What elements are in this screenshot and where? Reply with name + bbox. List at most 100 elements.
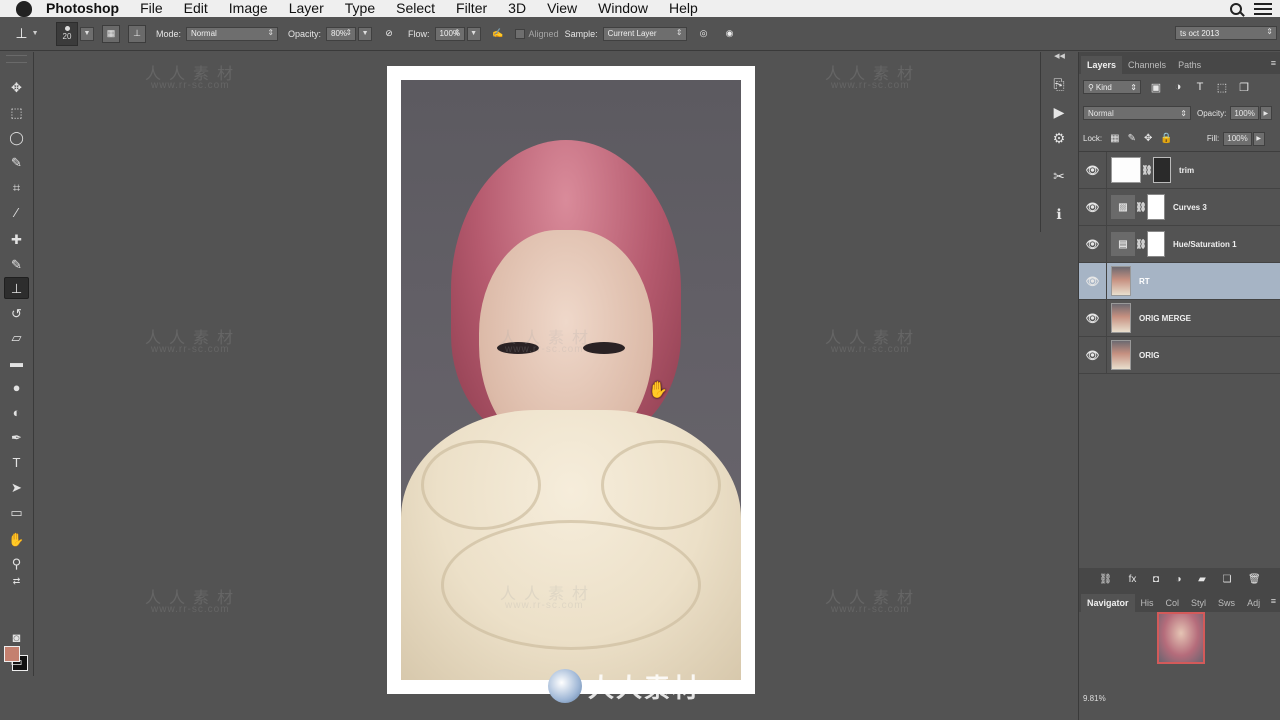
delete-layer-icon[interactable]: 🗑 <box>1248 574 1261 585</box>
pressure-size-toggle[interactable]: ◉ <box>721 25 739 43</box>
crop-tool[interactable]: ⌗ <box>4 176 29 198</box>
shape-filter-icon[interactable]: ⬚ <box>1215 80 1229 94</box>
opacity-field[interactable]: 80% <box>326 26 357 41</box>
tab-color[interactable]: Col <box>1160 594 1186 612</box>
tab-channels[interactable]: Channels <box>1122 56 1172 74</box>
pen-tool[interactable]: ✒ <box>4 426 29 448</box>
workspace-select[interactable]: ts oct 2013 <box>1175 26 1277 40</box>
sample-select[interactable]: Current Layer <box>602 26 687 41</box>
tab-adjustments[interactable]: Adj <box>1241 594 1266 612</box>
fill-field[interactable]: 100% <box>1223 131 1252 146</box>
pixel-filter-icon[interactable]: ▣ <box>1149 80 1163 94</box>
layer-opacity-field[interactable]: 100% <box>1230 106 1259 120</box>
info-panel-button[interactable]: ℹ <box>1048 204 1070 224</box>
visibility-eye-icon[interactable]: 👁 <box>1079 225 1107 263</box>
layer-mask-thumbnail[interactable] <box>1147 231 1165 257</box>
mode-select[interactable]: Normal <box>186 26 279 41</box>
eraser-tool[interactable]: ▱ <box>4 326 29 348</box>
quick-select-tool[interactable]: ✎ <box>4 151 29 173</box>
brush-size-picker[interactable]: 20 <box>56 21 78 46</box>
menu-photoshop[interactable]: Photoshop <box>46 0 119 17</box>
menu-file[interactable]: File <box>140 0 163 17</box>
foreground-color-swatch[interactable] <box>4 646 20 662</box>
aligned-checkbox[interactable] <box>514 28 525 39</box>
notification-list-icon[interactable] <box>1254 2 1272 15</box>
type-tool[interactable]: T <box>4 451 29 473</box>
hand-tool[interactable]: ✋ <box>4 528 29 550</box>
tab-styles[interactable]: Styl <box>1185 594 1212 612</box>
clone-source-panel-button[interactable]: ⎘ <box>1048 74 1070 94</box>
layer-row-orig[interactable]: 👁 ORIG <box>1079 336 1280 374</box>
default-colors-toggle[interactable]: ⇄ <box>4 573 29 589</box>
gradient-tool[interactable]: ▬ <box>4 351 29 373</box>
mask-link-icon[interactable]: ⛓ <box>1141 165 1153 176</box>
smart-object-filter-icon[interactable]: ❐ <box>1237 80 1251 94</box>
eyedropper-tool[interactable]: ⁄ <box>4 201 29 223</box>
lasso-tool[interactable]: ◯ <box>4 126 29 148</box>
menu-image[interactable]: Image <box>229 0 268 17</box>
menu-window[interactable]: Window <box>598 0 648 17</box>
menu-layer[interactable]: Layer <box>289 0 324 17</box>
menu-filter[interactable]: Filter <box>456 0 487 17</box>
path-select-tool[interactable]: ➤ <box>4 476 29 498</box>
layer-style-icon[interactable]: fx <box>1129 574 1137 585</box>
layer-row-orig-merge[interactable]: 👁 ORIG MERGE <box>1079 299 1280 337</box>
layer-mask-thumbnail[interactable] <box>1147 194 1165 220</box>
type-filter-icon[interactable]: T <box>1193 80 1207 94</box>
document-canvas[interactable] <box>387 66 755 694</box>
visibility-eye-icon[interactable]: 👁 <box>1079 188 1107 226</box>
layer-row-rt[interactable]: 👁 RT <box>1079 262 1280 300</box>
panel-menu-icon[interactable]: ≡ <box>1271 58 1276 68</box>
visibility-eye-icon[interactable]: 👁 <box>1079 299 1107 337</box>
tab-navigator[interactable]: Navigator <box>1081 594 1135 612</box>
actions-panel-button[interactable]: ▶ <box>1048 102 1070 122</box>
mask-link-icon[interactable]: ⛓ <box>1135 202 1147 213</box>
move-tool[interactable]: ✥ <box>4 76 29 98</box>
canvas-area[interactable]: 人人素材 www.rr-sc.com 人人素材 www.rr-sc.com 人人… <box>35 52 1040 720</box>
opacity-slider-arrow[interactable]: ▼ <box>358 26 373 41</box>
fill-arrow[interactable]: ▶ <box>1252 131 1265 146</box>
clone-stamp-tool[interactable]: ⊥ <box>4 277 29 299</box>
history-brush-tool[interactable]: ↺ <box>4 302 29 324</box>
layer-row-curves-3[interactable]: 👁 ▨ ⛓ Curves 3 <box>1079 188 1280 226</box>
healing-brush-tool[interactable]: ✚ <box>4 228 29 250</box>
zoom-tool[interactable]: ⚲ <box>4 552 29 574</box>
tab-paths[interactable]: Paths <box>1172 56 1207 74</box>
brush-picker-arrow[interactable]: ▼ <box>80 26 94 41</box>
ignore-adjustment-toggle[interactable]: ◎ <box>695 25 713 43</box>
navigator-zoom-value[interactable]: 9.81% <box>1083 694 1106 703</box>
visibility-eye-icon[interactable]: 👁 <box>1079 336 1107 374</box>
tool-presets-panel-button[interactable]: ✂ <box>1048 166 1070 186</box>
strip-collapse-icon[interactable]: ◀◀ <box>1041 52 1078 62</box>
tab-history[interactable]: His <box>1135 594 1160 612</box>
marquee-tool[interactable]: ⬚ <box>4 101 29 123</box>
menu-type[interactable]: Type <box>345 0 375 17</box>
menu-help[interactable]: Help <box>669 0 698 17</box>
toolbar-grip[interactable] <box>6 55 27 63</box>
add-mask-icon[interactable]: ◘ <box>1153 574 1159 585</box>
tool-preset-picker[interactable]: ⊥ ▼ <box>10 20 44 48</box>
flow-slider-arrow[interactable]: ▼ <box>466 26 481 41</box>
layer-row-trim[interactable]: 👁 ⛓ trim <box>1079 151 1280 189</box>
new-layer-icon[interactable]: ❏ <box>1222 574 1231 585</box>
new-group-icon[interactable]: ▰ <box>1198 574 1206 585</box>
lock-all-icon[interactable]: 🔒 <box>1160 133 1172 144</box>
dodge-tool[interactable]: ◐ <box>4 401 29 423</box>
properties-panel-button[interactable]: ⚙ <box>1048 128 1070 148</box>
menu-edit[interactable]: Edit <box>184 0 208 17</box>
menu-select[interactable]: Select <box>396 0 435 17</box>
layer-row-hue-saturation-1[interactable]: 👁 ▤ ⛓ Hue/Saturation 1 <box>1079 225 1280 263</box>
tab-swatches[interactable]: Sws <box>1212 594 1241 612</box>
brush-panel-toggle[interactable]: ▦ <box>102 24 120 43</box>
blur-tool[interactable]: ● <box>4 376 29 398</box>
lock-transparent-icon[interactable]: ▦ <box>1110 133 1119 144</box>
kind-filter-select[interactable]: ⚲ Kind <box>1083 80 1141 94</box>
visibility-eye-icon[interactable]: 👁 <box>1079 262 1107 300</box>
lock-position-icon[interactable]: ✥ <box>1144 133 1152 144</box>
spotlight-search-icon[interactable] <box>1230 2 1242 15</box>
layer-opacity-arrow[interactable]: ▶ <box>1259 106 1272 120</box>
clone-source-toggle[interactable]: ⊥ <box>128 24 146 43</box>
tab-layers[interactable]: Layers <box>1081 56 1123 74</box>
quick-mask-toggle[interactable]: ◙ <box>4 626 29 648</box>
link-layers-icon[interactable]: ⛓ <box>1099 574 1112 585</box>
